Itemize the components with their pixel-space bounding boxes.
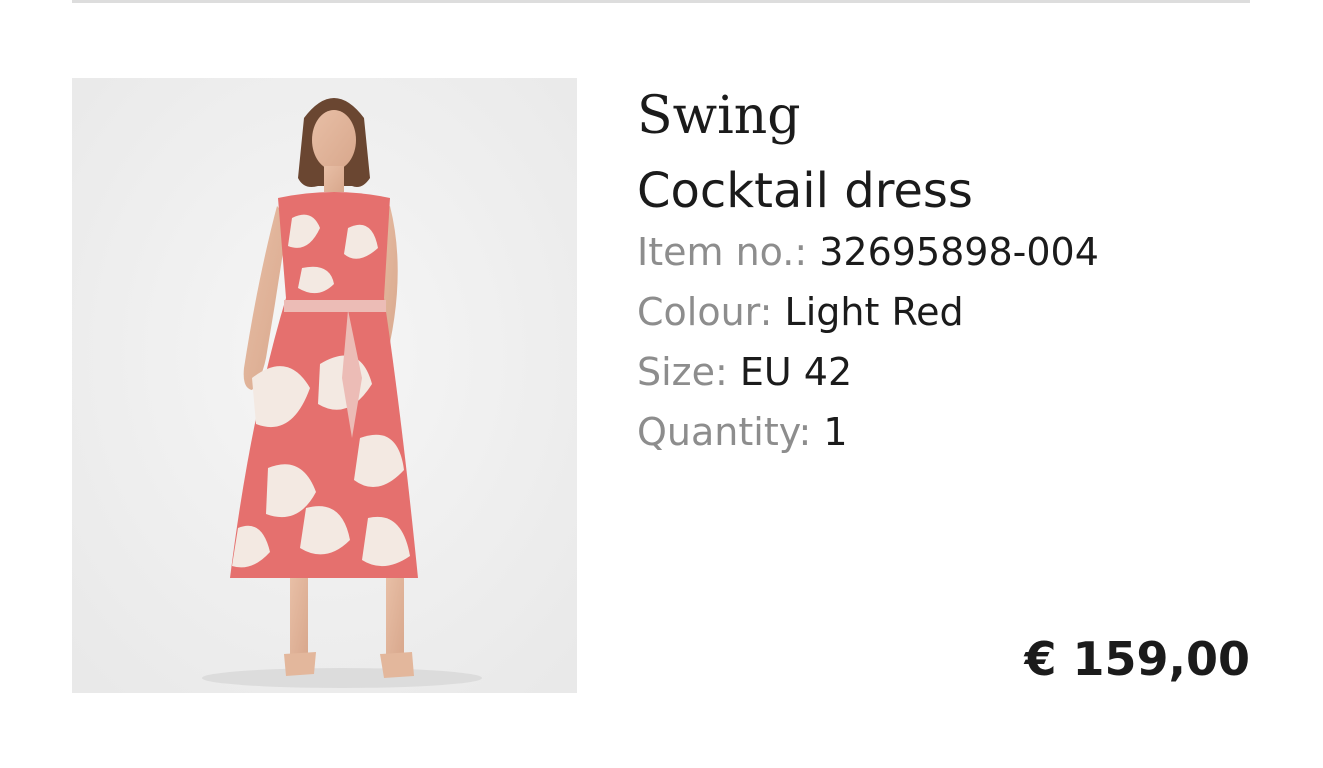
quantity-value: 1 [823,410,848,454]
price: € 159,00 [1024,632,1250,686]
colour-label: Colour: [637,290,773,334]
item-number-row: Item no.: 32695898-004 [637,222,1249,282]
product-attributes: Item no.: 32695898-004 Colour: Light Red… [637,222,1249,462]
item-number-value: 32695898-004 [819,230,1099,274]
colour-row: Colour: Light Red [637,282,1249,342]
quantity-row: Quantity: 1 [637,402,1249,462]
divider [72,0,1250,3]
product-details: Swing Cocktail dress Item no.: 32695898-… [637,80,1249,462]
product-name[interactable]: Cocktail dress [637,160,1249,222]
product-image[interactable] [72,78,577,693]
item-number-label: Item no.: [637,230,808,274]
colour-value: Light Red [784,290,964,334]
order-item-card: Swing Cocktail dress Item no.: 32695898-… [0,0,1323,768]
brand-name[interactable]: Swing [637,80,1249,152]
size-value: EU 42 [739,350,853,394]
size-label: Size: [637,350,728,394]
quantity-label: Quantity: [637,410,812,454]
size-row: Size: EU 42 [637,342,1249,402]
